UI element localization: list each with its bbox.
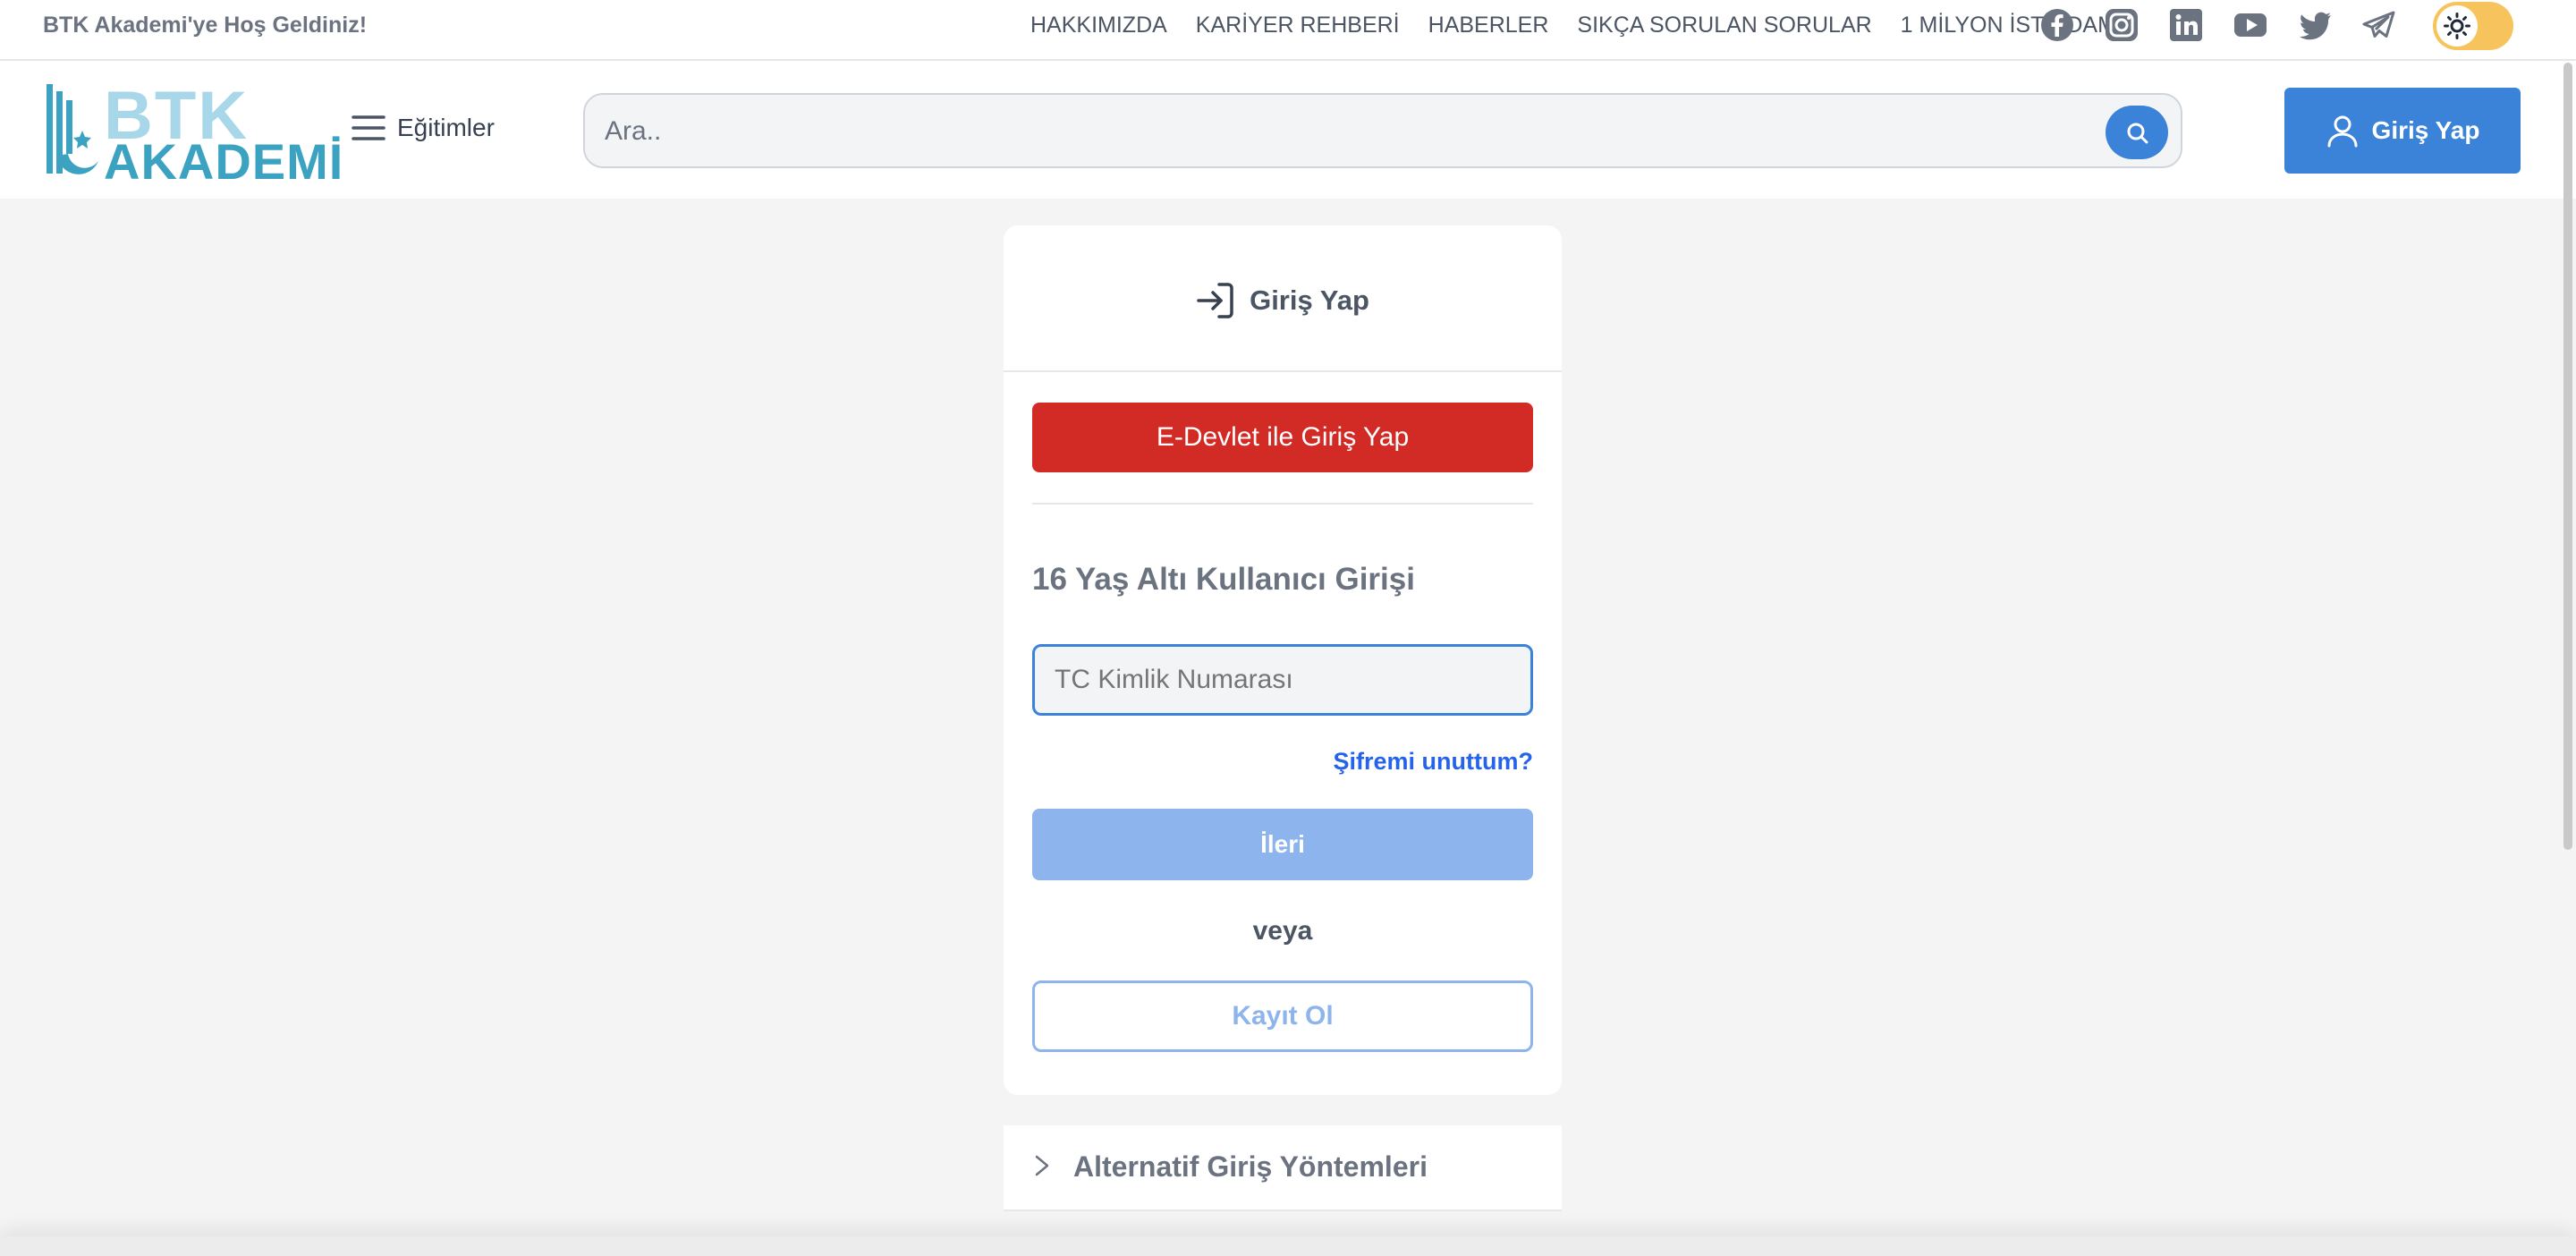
login-card-title: Giriş Yap — [1004, 281, 1562, 320]
alternative-login-methods-label: Alternatif Giriş Yöntemleri — [1073, 1150, 1428, 1183]
theme-toggle[interactable] — [2433, 2, 2513, 50]
youtube-icon[interactable] — [2233, 7, 2268, 43]
next-button[interactable]: İleri — [1032, 809, 1533, 880]
alternative-login-methods-toggle[interactable]: Alternatif Giriş Yöntemleri — [1004, 1125, 1562, 1211]
welcome-text: BTK Akademi'ye Hoş Geldiniz! — [43, 13, 368, 38]
courses-menu-label: Eğitimler — [397, 114, 495, 141]
under-16-login-heading: 16 Yaş Altı Kullanıcı Girişi — [1032, 562, 1415, 597]
login-card-title-text: Giriş Yap — [1250, 284, 1369, 316]
main-header: BTK AKADEMİ Eğitimler Ara.. Giriş Yap — [0, 61, 2576, 199]
chevron-right-icon — [1035, 1155, 1049, 1176]
forgot-password-link[interactable]: Şifremi unuttum? — [1334, 748, 1534, 776]
telegram-icon[interactable] — [2361, 7, 2397, 43]
hamburger-icon — [352, 115, 386, 140]
or-separator-text: veya — [1252, 916, 1313, 946]
search-button[interactable] — [2106, 106, 2168, 159]
sign-in-icon — [1197, 283, 1233, 318]
nav-link-faq[interactable]: SIKÇA SORULAN SORULAR — [1577, 13, 1871, 38]
header-login-button[interactable]: Giriş Yap — [2284, 88, 2521, 174]
instagram-icon[interactable] — [2104, 7, 2140, 43]
edevlet-login-button[interactable]: E-Devlet ile Giriş Yap — [1032, 403, 1533, 472]
nav-link-news[interactable]: HABERLER — [1428, 13, 1549, 38]
login-card: Giriş Yap E-Devlet ile Giriş Yap 16 Yaş … — [1004, 225, 1562, 1095]
theme-toggle-knob — [2436, 5, 2478, 47]
register-button[interactable]: Kayıt Ol — [1032, 980, 1533, 1052]
page-bottom-edge — [0, 1236, 2576, 1256]
logo-text-bottom: AKADEMİ — [104, 133, 344, 190]
courses-menu-button[interactable]: Eğitimler — [351, 113, 495, 143]
top-bar: BTK Akademi'ye Hoş Geldiniz! HAKKIMIZDA … — [0, 0, 2576, 61]
nav-link-about[interactable]: HAKKIMIZDA — [1030, 13, 1167, 38]
social-links — [2039, 7, 2426, 43]
facebook-icon[interactable] — [2039, 7, 2075, 43]
linkedin-icon[interactable] — [2168, 7, 2204, 43]
search-input[interactable]: Ara.. — [605, 116, 661, 147]
user-icon — [2327, 115, 2358, 148]
search-bar[interactable]: Ara.. — [583, 93, 2182, 168]
page-scrollbar[interactable] — [2563, 63, 2572, 850]
divider — [1004, 370, 1562, 372]
logo-emblem-icon — [47, 84, 98, 174]
twitter-icon[interactable] — [2297, 7, 2333, 43]
tc-id-number-input[interactable] — [1032, 644, 1533, 716]
top-nav: HAKKIMIZDA KARİYER REHBERİ HABERLER SIKÇ… — [1030, 13, 2145, 38]
divider — [1032, 503, 1533, 505]
sun-icon — [2444, 13, 2470, 39]
nav-link-career-guide[interactable]: KARİYER REHBERİ — [1196, 13, 1400, 38]
btk-akademi-logo[interactable]: BTK AKADEMİ — [43, 77, 343, 190]
search-icon — [2127, 123, 2148, 144]
header-login-label: Giriş Yap — [2371, 116, 2480, 144]
